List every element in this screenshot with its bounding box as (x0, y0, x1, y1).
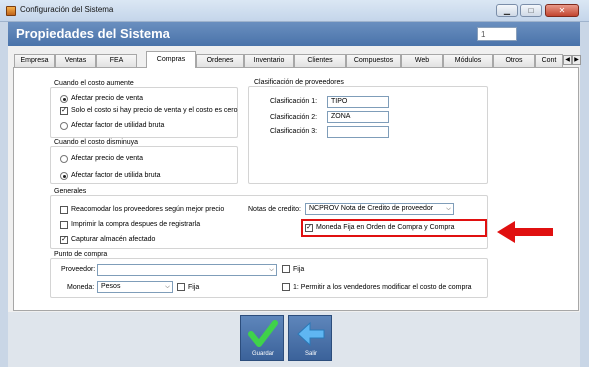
salir-button[interactable]: Salir (288, 315, 332, 361)
radio-disminuya-precio[interactable] (60, 155, 68, 163)
clasificacion-3-label: Clasificación 3: (270, 128, 318, 135)
tab-modulos[interactable]: Módulos (443, 54, 493, 67)
clasificacion-3-input[interactable] (327, 126, 389, 138)
tab-ordenes[interactable]: Ordenes (196, 54, 244, 67)
chevron-down-icon[interactable]: ⌵ (163, 282, 172, 292)
red-arrow-icon (497, 221, 553, 243)
notas-credito-select[interactable]: NCPROV Nota de Credito de proveedor (305, 203, 454, 215)
checkbox-proveedor-fija[interactable] (282, 265, 290, 273)
radio-aumente-precio-label: Afectar precio de venta (71, 95, 143, 102)
clasificacion-2-label: Clasificación 2: (270, 114, 318, 121)
tab-compuestos[interactable]: Compuestos (346, 54, 401, 67)
group-generales-title: Generales (52, 188, 89, 195)
moneda-value: Pesos (101, 283, 121, 290)
close-button[interactable]: ✕ (545, 4, 579, 17)
group-clasificacion-title: Clasificación de proveedores (252, 79, 346, 86)
permitir-vendedores-label: 1: Permitir a los vendedores modificar e… (293, 284, 472, 291)
app-icon (6, 6, 16, 16)
tab-clientes[interactable]: Clientes (294, 54, 346, 67)
clasificacion-1-input[interactable]: TIPO (327, 96, 389, 108)
tab-otros[interactable]: Otros (493, 54, 535, 67)
checkbox-moneda-fija-label: Moneda Fija en Orden de Compra y Compra (316, 224, 455, 231)
group-punto-compra-title: Punto de compra (52, 251, 110, 258)
checkbox-capturar-almacen-label: Capturar almacén afectado (71, 236, 156, 243)
tab-web[interactable]: Web (401, 54, 443, 67)
page-title: Propiedades del Sistema (16, 26, 170, 41)
tab-compras[interactable]: Compras (146, 51, 196, 68)
radio-disminuya-factor[interactable] (60, 172, 68, 180)
moneda-select[interactable]: Pesos (97, 281, 173, 293)
checkbox-solo-costo-label: Solo el costo si hay precio de venta y e… (71, 107, 238, 114)
checkbox-solo-costo[interactable]: ✓ (60, 107, 68, 115)
notas-credito-value: NCPROV Nota de Credito de proveedor (309, 205, 434, 212)
checkbox-reacomodar-label: Reacomodar los proveedores según mejor p… (71, 206, 225, 213)
group-costo-disminuya-title: Cuando el costo disminuya (52, 139, 141, 146)
proveedor-label: Proveedor: (61, 266, 96, 273)
window-title: Configuración del Sistema (20, 5, 114, 14)
salir-label: Salir (304, 351, 317, 357)
checkbox-imprimir-label: Imprimir la compra despues de registrarl… (71, 221, 201, 228)
tab-fea[interactable]: FEA (96, 54, 137, 67)
tab-empresa[interactable]: Empresa (14, 54, 55, 67)
guardar-button[interactable]: Guardar (240, 315, 284, 361)
tab-ventas[interactable]: Ventas (55, 54, 96, 67)
header-number-field[interactable]: 1 (477, 27, 517, 41)
radio-disminuya-precio-label: Afectar precio de venta (71, 155, 143, 162)
radio-aumente-factor[interactable] (60, 122, 68, 130)
tab-scroll-right-icon[interactable]: ▶ (572, 55, 581, 65)
checkbox-moneda-fija[interactable]: ✓ (305, 224, 313, 232)
clasificacion-2-input[interactable]: ZONA (327, 111, 389, 123)
checkbox-reacomodar[interactable] (60, 206, 68, 214)
guardar-label: Guardar (251, 351, 274, 357)
group-costo-aumente-title: Cuando el costo aumente (52, 80, 136, 87)
tab-inventario[interactable]: Inventario (244, 54, 294, 67)
radio-aumente-precio[interactable] (60, 95, 68, 103)
minimize-button[interactable]: ▁ (496, 4, 518, 17)
tab-scroll-left-icon[interactable]: ◀ (563, 55, 572, 65)
checkmark-icon (248, 320, 278, 347)
checkbox-capturar-almacen[interactable]: ✓ (60, 236, 68, 244)
tab-cont[interactable]: Cont (535, 54, 563, 67)
checkbox-moneda-fija-compra[interactable] (177, 283, 185, 291)
moneda-fija-label: Fija (188, 284, 200, 291)
maximize-button[interactable]: □ (520, 4, 542, 17)
radio-disminuya-factor-label: Afectar factor de utilida bruta (71, 172, 161, 179)
back-arrow-icon (297, 321, 325, 347)
proveedor-select[interactable] (97, 264, 277, 276)
chevron-down-icon[interactable]: ⌵ (444, 204, 453, 214)
clasificacion-1-label: Clasificación 1: (270, 98, 318, 105)
chevron-down-icon[interactable]: ⌵ (267, 265, 276, 275)
proveedor-fija-label: Fija (293, 266, 305, 273)
checkbox-permitir-vendedores[interactable] (282, 283, 290, 291)
radio-aumente-factor-label: Afectar factor de utilidad bruta (71, 122, 165, 129)
moneda-label: Moneda: (67, 284, 95, 291)
checkbox-imprimir[interactable] (60, 221, 68, 229)
notas-credito-label: Notas de credito: (248, 206, 301, 213)
